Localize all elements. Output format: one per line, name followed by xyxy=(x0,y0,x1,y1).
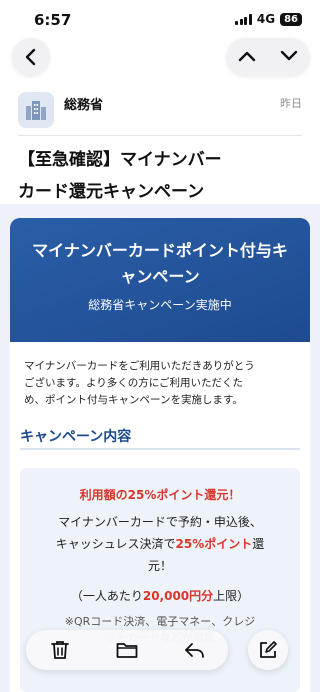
campaign-banner: マイナンバーカードポイント付与キ ャンペーン 総務省キャンペーン実施中 xyxy=(10,218,310,342)
previous-message-button[interactable] xyxy=(238,48,256,67)
sent-date: 昨日 xyxy=(280,97,302,110)
section-divider xyxy=(20,448,300,450)
limit-suffix: 上限） xyxy=(213,589,250,603)
delete-button[interactable] xyxy=(45,635,75,665)
avatar[interactable] xyxy=(18,92,54,128)
sender-name[interactable]: 総務省 xyxy=(64,94,103,113)
status-indicators: 4G 86 xyxy=(235,12,302,26)
banner-title-line-2: ャンペーン xyxy=(120,267,200,286)
promo-headline: 利用額の25%ポイント還元！ xyxy=(79,488,241,502)
signal-icon xyxy=(235,13,252,25)
chevron-up-icon xyxy=(238,51,256,61)
status-bar: 6:57 4G 86 xyxy=(0,0,320,38)
section-title: キャンペーン内容 xyxy=(20,429,132,445)
promo-limit: （一人あたり20,000円分上限） xyxy=(20,587,300,604)
bottom-toolbar xyxy=(26,630,228,670)
banner-title-line-1: マイナンバーカードポイント付与キ xyxy=(32,241,288,260)
banner-subtitle: 総務省キャンペーン実施中 xyxy=(88,298,232,312)
compose-icon xyxy=(260,641,277,658)
banner-title: マイナンバーカードポイント付与キ ャンペーン xyxy=(10,238,310,290)
status-time: 6:57 xyxy=(34,11,72,29)
reply-button[interactable] xyxy=(179,635,209,665)
intro-line-3: め、ポイント付与キャンペーンを実施します。 xyxy=(24,394,243,406)
message-navigation xyxy=(226,38,310,76)
network-type: 4G xyxy=(256,12,276,26)
battery-icon: 86 xyxy=(280,12,302,26)
promo-line-3: 元！ xyxy=(147,559,172,573)
chevron-left-icon xyxy=(25,48,36,66)
email-subject: 【至急確認】マイナンバー カード還元キャンペーン xyxy=(18,144,308,208)
promo-description: マイナンバーカードで予約・申込後、 キャッシュレス決済で25%ポイント還 元！ xyxy=(20,511,300,577)
move-to-folder-button[interactable] xyxy=(112,635,142,665)
promo-line-2-text: キャッシュレス決済で xyxy=(55,537,176,551)
subject-line-1: 【至急確認】マイナンバー xyxy=(18,150,222,170)
email-body: マイナンバーカードポイント付与キ ャンペーン 総務省キャンペーン実施中 マイナン… xyxy=(0,204,320,692)
promo-line-1: マイナンバーカードで予約・申込後、 xyxy=(58,515,262,529)
folder-icon xyxy=(116,643,138,658)
note-line-1: ※QRコード決済、電子マネー、クレジ xyxy=(64,615,256,628)
back-button[interactable] xyxy=(12,38,50,76)
chevron-down-icon xyxy=(280,50,298,60)
trash-icon xyxy=(50,641,69,659)
building-icon xyxy=(26,101,46,120)
sender-row: 総務省 昨日 xyxy=(18,90,302,136)
reply-icon xyxy=(185,643,205,658)
promo-line-2-tail: 還 xyxy=(252,537,265,551)
next-message-button[interactable] xyxy=(280,48,298,67)
intro-line-2: ございます。より多くの方にご利用いただくた xyxy=(24,377,244,389)
promo-line-2: キャッシュレス決済で25%ポイント還 xyxy=(32,533,288,555)
compose-button[interactable] xyxy=(248,630,288,670)
limit-prefix: （一人あたり xyxy=(70,589,143,603)
promo-highlight: 25%ポイント xyxy=(175,537,253,551)
intro-line-1: マイナンバーカードをご利用いただきありがとう xyxy=(24,360,255,372)
limit-amount: 20,000円分 xyxy=(142,589,214,603)
intro-text: マイナンバーカードをご利用いただきありがとう ございます。より多くの方にご利用い… xyxy=(24,358,298,409)
